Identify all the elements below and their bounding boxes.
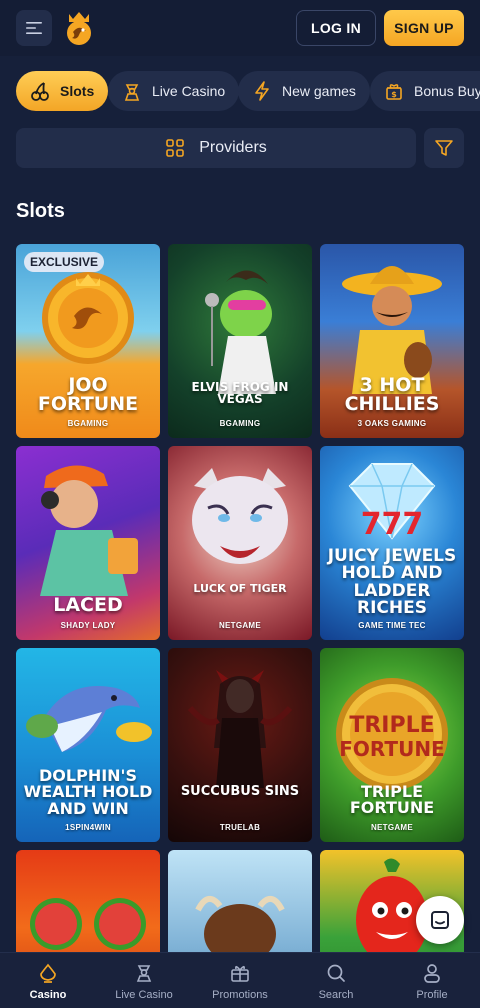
game-provider: 1SPIN4WIN xyxy=(65,823,111,832)
nav-label: Live Casino xyxy=(115,989,173,1001)
game-thumbnail xyxy=(168,850,312,956)
user-icon xyxy=(420,961,444,985)
bottom-navigation: Casino Live Casino Promotions Search Pro… xyxy=(0,952,480,1008)
login-button[interactable]: LOG IN xyxy=(296,10,376,46)
chat-support-button[interactable] xyxy=(416,896,464,944)
game-card-joo-fortune[interactable]: EXCLUSIVE JOO FORTUNE BGAMING xyxy=(16,244,160,438)
svg-text:TRIPLE: TRIPLE xyxy=(349,713,434,738)
nav-casino[interactable]: Casino xyxy=(0,953,96,1008)
dealer-icon xyxy=(132,961,156,985)
filter-button[interactable] xyxy=(424,128,464,168)
game-title: LUCK OF TIGER xyxy=(193,582,287,595)
brand-logo[interactable] xyxy=(62,10,96,46)
game-thumbnail xyxy=(168,446,312,640)
nav-label: Profile xyxy=(416,989,448,1001)
nav-profile[interactable]: Profile xyxy=(384,953,480,1008)
game-card-dolphins-wealth[interactable]: DOLPHIN'S WEALTH HOLD AND WIN 1SPIN4WIN xyxy=(16,648,160,842)
tab-label: Slots xyxy=(60,83,95,99)
game-card-luck-of-tiger[interactable]: LUCK OF TIGER NETGAME xyxy=(168,446,312,640)
game-provider: BGAMING xyxy=(67,419,109,428)
game-provider: GAME TIME TEC xyxy=(358,621,426,630)
nav-label: Casino xyxy=(29,989,67,1001)
menu-button[interactable] xyxy=(16,10,52,46)
game-thumbnail xyxy=(168,244,312,438)
providers-button[interactable]: Providers xyxy=(16,128,416,168)
tab-bonus-buy[interactable]: $ Bonus Buy xyxy=(370,71,480,111)
svg-text:777: 777 xyxy=(361,507,424,542)
game-card-elvis-frog[interactable]: ELVIS FROG IN VEGAS BGAMING xyxy=(168,244,312,438)
game-title: JUICY JEWELS HOLD AND LADDER RICHES xyxy=(327,546,457,618)
game-title: 3 HOT CHILLIES xyxy=(344,374,440,415)
svg-text:FORTUNE: FORTUNE xyxy=(339,737,444,761)
game-thumbnail xyxy=(168,648,312,842)
cherries-icon xyxy=(28,79,52,103)
nav-search[interactable]: Search xyxy=(288,953,384,1008)
search-icon xyxy=(324,961,348,985)
grid-icon xyxy=(165,138,185,158)
game-title: LACED xyxy=(53,594,123,616)
category-tabs: Slots Live Casino New games $ Bonus Buy xyxy=(0,71,480,111)
menu-icon xyxy=(26,22,42,34)
lightning-icon xyxy=(250,79,274,103)
game-card-buffalo[interactable] xyxy=(168,850,312,956)
tab-slots[interactable]: Slots xyxy=(16,71,109,111)
game-provider: TRUELAB xyxy=(219,823,261,832)
signup-button[interactable]: SIGN UP xyxy=(384,10,464,46)
game-card-watermelon[interactable] xyxy=(16,850,160,956)
tab-label: Live Casino xyxy=(152,83,226,99)
tab-new-games[interactable]: New games xyxy=(238,71,370,111)
gift-dollar-icon: $ xyxy=(382,79,406,103)
game-card-succubus-sins[interactable]: SUCCUBUS SINS TRUELAB xyxy=(168,648,312,842)
nav-live-casino[interactable]: Live Casino xyxy=(96,953,192,1008)
game-thumbnail xyxy=(16,850,160,956)
game-title: TRIPLE FORTUNE xyxy=(349,782,435,817)
providers-label: Providers xyxy=(199,139,267,156)
game-card-3-hot-chillies[interactable]: 3 HOT CHILLIES 3 OAKS GAMING xyxy=(320,244,464,438)
game-title: ELVIS FROG IN VEGAS xyxy=(191,380,289,406)
game-provider: 3 OAKS GAMING xyxy=(357,419,427,428)
exclusive-badge: EXCLUSIVE xyxy=(24,252,105,272)
tab-live-casino[interactable]: Live Casino xyxy=(108,71,240,111)
game-provider: BGAMING xyxy=(219,419,261,428)
game-provider: NETGAME xyxy=(370,823,414,832)
game-card-juicy-jewels[interactable]: 777 JUICY JEWELS HOLD AND LADDER RICHES … xyxy=(320,446,464,640)
tab-label: New games xyxy=(282,83,356,99)
game-card-laced[interactable]: LACED SHADY LADY xyxy=(16,446,160,640)
games-grid: EXCLUSIVE JOO FORTUNE BGAMING ELVIS FROG… xyxy=(16,244,464,956)
chat-icon xyxy=(431,911,449,929)
top-header: LOG IN SIGN UP xyxy=(0,0,480,56)
svg-text:$: $ xyxy=(391,90,397,99)
game-title: JOO FORTUNE xyxy=(37,374,139,415)
game-provider: SHADY LADY xyxy=(60,621,116,630)
filter-icon xyxy=(435,140,453,156)
game-title: DOLPHIN'S WEALTH HOLD AND WIN xyxy=(23,766,153,818)
game-title: SUCCUBUS SINS xyxy=(180,784,300,799)
casino-icon xyxy=(36,961,60,985)
game-card-triple-fortune[interactable]: TRIPLE FORTUNE TRIPLE FORTUNE NETGAME xyxy=(320,648,464,842)
section-title: Slots xyxy=(16,200,65,222)
nav-label: Promotions xyxy=(212,989,268,1001)
tab-label: Bonus Buy xyxy=(414,83,480,99)
nav-promotions[interactable]: Promotions xyxy=(192,953,288,1008)
gift-icon xyxy=(228,961,252,985)
dealer-icon xyxy=(120,79,144,103)
joo-logo-icon xyxy=(67,12,91,45)
nav-label: Search xyxy=(318,989,354,1001)
game-provider: NETGAME xyxy=(218,621,262,630)
